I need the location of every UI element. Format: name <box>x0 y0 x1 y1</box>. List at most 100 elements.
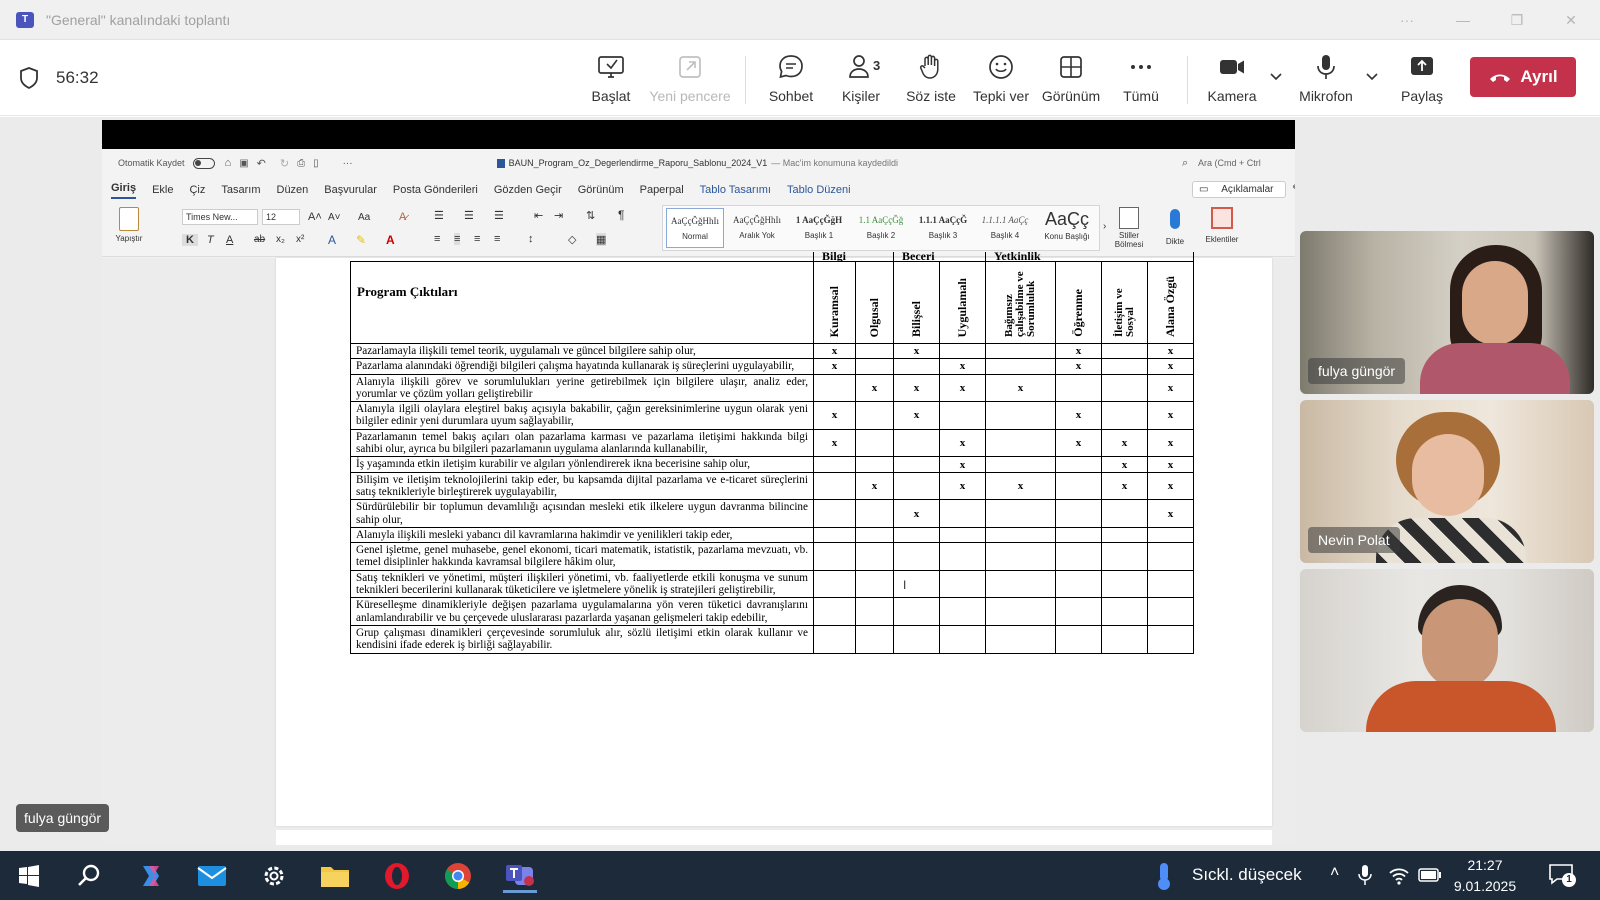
clock-time[interactable]: 21:27 <box>1456 857 1514 873</box>
outcome-mark-cell[interactable]: x <box>939 358 986 375</box>
show-marks-icon[interactable]: ¶ <box>618 208 624 222</box>
outcome-mark-cell[interactable] <box>855 499 894 528</box>
text-effects-icon[interactable]: A <box>328 233 336 247</box>
outcome-mark-cell[interactable]: x <box>893 401 940 430</box>
outcome-mark-cell[interactable] <box>893 428 940 458</box>
shield-icon[interactable] <box>18 66 40 90</box>
outcome-mark-cell[interactable] <box>813 624 856 654</box>
outcome-mark-cell[interactable]: x <box>939 373 986 403</box>
new-doc-icon[interactable]: ▯ <box>313 158 319 169</box>
outcome-mark-cell[interactable] <box>985 428 1056 458</box>
outcome-text-cell[interactable]: Alanıyla ilişkili görev ve sorumluluklar… <box>350 373 814 403</box>
camera-options-chevron-icon[interactable] <box>1268 68 1284 84</box>
outcome-mark-cell[interactable] <box>985 597 1056 626</box>
justify-icon[interactable]: ≡ <box>494 233 500 245</box>
outcome-text-cell[interactable]: Pazarlama alanındaki öğrendiği bilgileri… <box>350 358 814 375</box>
outcome-mark-cell[interactable]: x <box>1147 401 1194 430</box>
outcome-mark-cell[interactable]: x <box>1055 342 1102 360</box>
outcome-mark-cell[interactable] <box>855 342 894 360</box>
search-icon[interactable] <box>72 859 106 893</box>
outcome-mark-cell[interactable]: x <box>939 428 986 458</box>
outcome-mark-cell[interactable] <box>855 569 894 599</box>
outcome-text-cell[interactable]: Sürdürülebilir bir toplumun devamlılığı … <box>350 499 814 528</box>
bold-button[interactable]: K <box>182 234 198 246</box>
chrome-browser-icon[interactable] <box>441 859 475 893</box>
outcome-mark-cell[interactable] <box>939 401 986 430</box>
outcome-mark-cell[interactable]: x <box>1147 358 1194 375</box>
line-spacing-icon[interactable]: ↕ <box>528 233 534 245</box>
outcome-mark-cell[interactable] <box>939 526 986 544</box>
outcome-mark-cell[interactable] <box>985 526 1056 544</box>
outcome-mark-cell[interactable] <box>985 456 1056 473</box>
outcome-mark-cell[interactable] <box>1101 342 1148 360</box>
outcome-mark-cell[interactable] <box>855 624 894 654</box>
outcome-mark-cell[interactable]: x <box>939 471 986 501</box>
outcome-mark-cell[interactable]: x <box>813 358 856 375</box>
outcome-mark-cell[interactable]: x <box>1055 401 1102 430</box>
styles-more-chevron-icon[interactable]: › <box>1103 221 1106 232</box>
style-title[interactable]: AaÇç Konu Başlığı <box>1038 208 1096 248</box>
participant-video-tile[interactable]: fulya güngör <box>1300 231 1594 394</box>
increase-indent-icon[interactable]: ⇥ <box>554 209 563 222</box>
outcome-mark-cell[interactable] <box>813 373 856 403</box>
tab-tablo-duzeni[interactable]: Tablo Düzeni <box>787 184 851 196</box>
outcome-mark-cell[interactable] <box>1101 401 1148 430</box>
teams-app-icon[interactable] <box>503 859 537 893</box>
outcome-mark-cell[interactable] <box>893 358 940 375</box>
copilot-icon[interactable] <box>134 859 168 893</box>
tab-paperpal[interactable]: Paperpal <box>640 184 684 196</box>
more-actions-button[interactable]: Tümü <box>1103 52 1179 110</box>
outcome-mark-cell[interactable]: x <box>893 342 940 360</box>
tab-gozden-gecir[interactable]: Gözden Geçir <box>494 184 562 196</box>
borders-icon[interactable]: ▦ <box>596 233 607 246</box>
outcome-mark-cell[interactable] <box>1055 569 1102 599</box>
outcome-mark-cell[interactable] <box>893 569 940 599</box>
outcome-mark-cell[interactable] <box>813 456 856 473</box>
outcome-mark-cell[interactable] <box>893 526 940 544</box>
mail-icon[interactable] <box>195 859 229 893</box>
outcome-mark-cell[interactable] <box>1101 569 1148 599</box>
opera-browser-icon[interactable] <box>380 859 414 893</box>
outcome-mark-cell[interactable] <box>939 499 986 528</box>
outcome-mark-cell[interactable] <box>813 569 856 599</box>
outcome-text-cell[interactable]: Pazarlamayla ilişkili temel teorik, uygu… <box>350 342 814 360</box>
tray-overflow-chevron-icon[interactable]: ˄ <box>1330 864 1339 882</box>
camera-button[interactable]: Kamera <box>1194 52 1270 110</box>
outcome-mark-cell[interactable] <box>939 569 986 599</box>
clear-format-icon[interactable]: A̷ <box>399 211 406 223</box>
outcome-mark-cell[interactable]: x <box>939 456 986 473</box>
outcome-mark-cell[interactable]: x <box>1055 358 1102 375</box>
outcome-mark-cell[interactable] <box>939 624 986 654</box>
outcome-text-cell[interactable]: Küreselleşme dinamikleriyle değişen paza… <box>350 597 814 626</box>
outcome-mark-cell[interactable]: x <box>813 401 856 430</box>
outcome-mark-cell[interactable] <box>855 542 894 571</box>
outcome-mark-cell[interactable] <box>1055 499 1102 528</box>
outcome-mark-cell[interactable]: x <box>1147 471 1194 501</box>
outcome-mark-cell[interactable]: x <box>1101 471 1148 501</box>
outcome-mark-cell[interactable]: x <box>1101 428 1148 458</box>
participant-video-tile[interactable] <box>1300 569 1594 732</box>
outcome-mark-cell[interactable] <box>1101 624 1148 654</box>
outcome-mark-cell[interactable] <box>855 526 894 544</box>
outcome-mark-cell[interactable]: x <box>893 373 940 403</box>
outcome-mark-cell[interactable] <box>893 597 940 626</box>
numbering-icon[interactable]: ☰ <box>464 209 474 222</box>
paste-button[interactable]: Yapıştır <box>114 207 144 253</box>
outcome-mark-cell[interactable] <box>1055 597 1102 626</box>
word-search-box[interactable]: Ara (Cmd + Ctrl <box>1198 158 1261 168</box>
outcome-mark-cell[interactable] <box>813 597 856 626</box>
notifications-button[interactable]: 1 <box>1548 863 1576 887</box>
style-heading-3[interactable]: 1.1.1 AaÇçĞ Başlık 3 <box>914 208 972 248</box>
tab-ciz[interactable]: Çiz <box>189 184 205 196</box>
outcome-mark-cell[interactable] <box>1101 358 1148 375</box>
outcome-mark-cell[interactable] <box>855 456 894 473</box>
outcome-mark-cell[interactable] <box>985 569 1056 599</box>
outcome-mark-cell[interactable] <box>1147 597 1194 626</box>
outcome-text-cell[interactable]: Bilişim ve iletişim teknolojilerini taki… <box>350 471 814 501</box>
outcome-mark-cell[interactable] <box>1055 624 1102 654</box>
addins-button[interactable]: Eklentiler <box>1202 207 1242 244</box>
home-icon[interactable]: ⌂ <box>225 157 232 169</box>
style-heading-1[interactable]: 1 AaÇçĞğH Başlık 1 <box>790 208 848 248</box>
decrease-indent-icon[interactable]: ⇤ <box>534 209 543 222</box>
more-options-icon[interactable]: ··· <box>1384 0 1430 40</box>
